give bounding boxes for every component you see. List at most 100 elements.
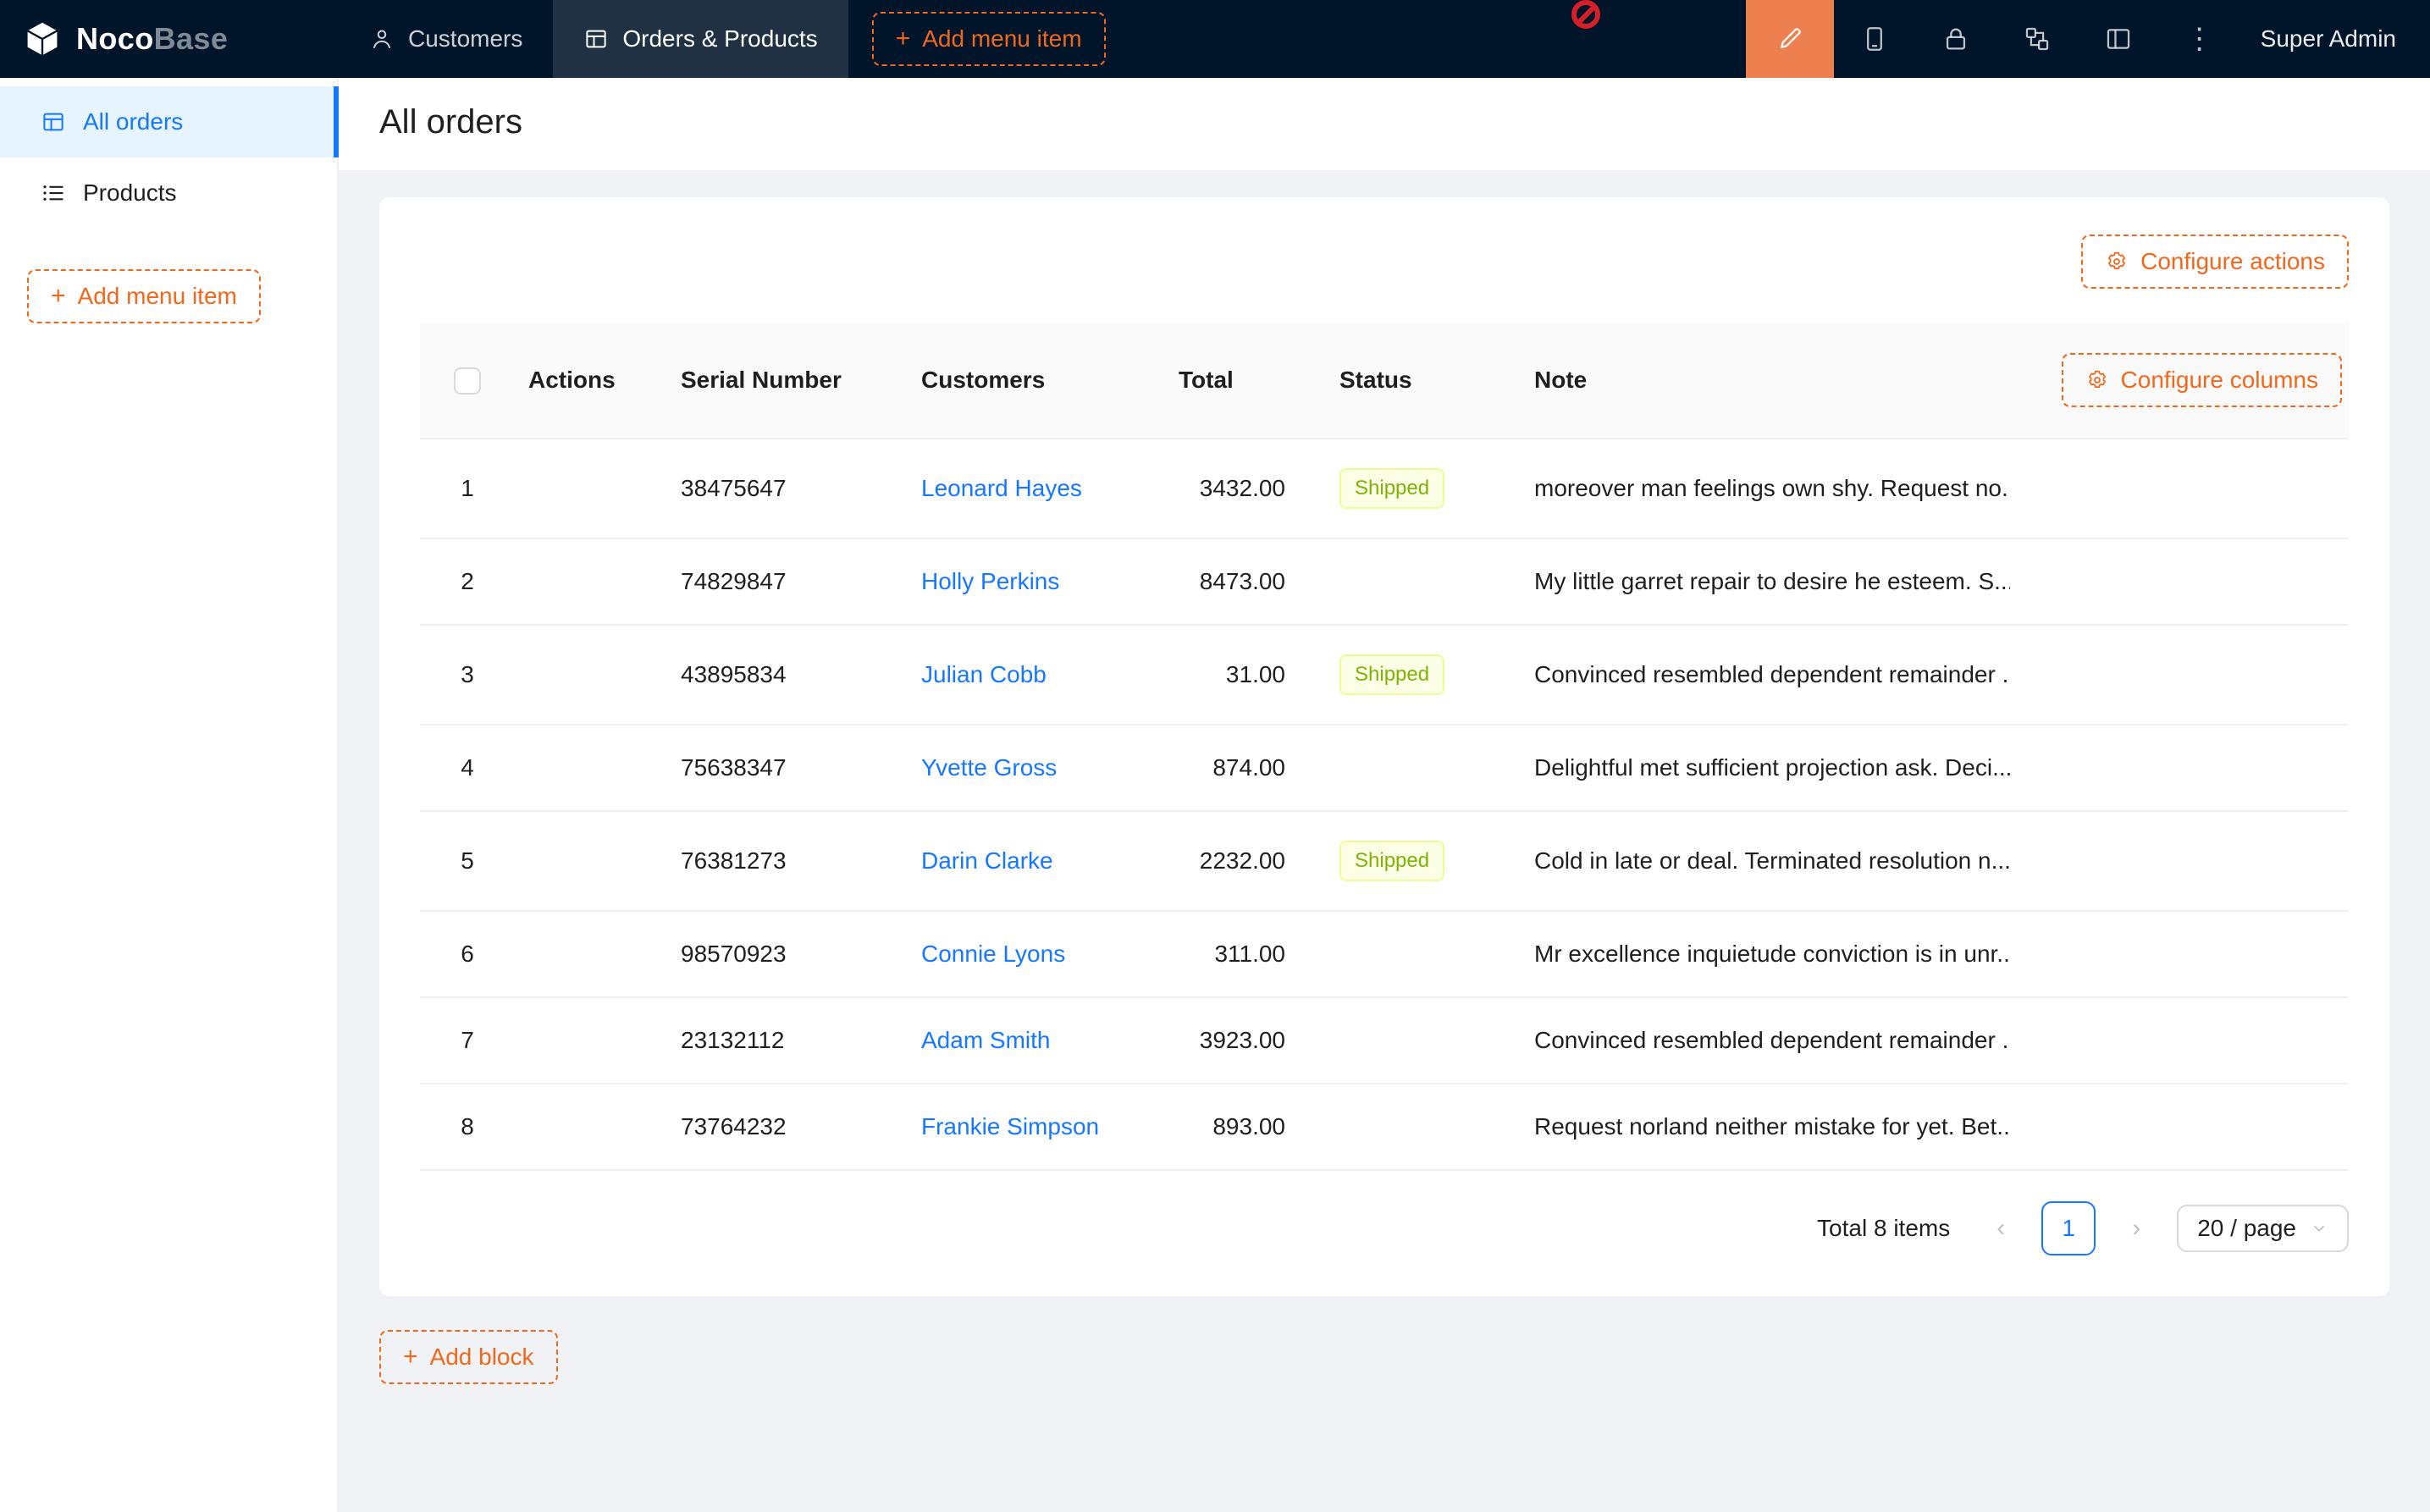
nav-item-orders-products[interactable]: Orders & Products: [553, 0, 848, 78]
logo-text-secondary: Base: [154, 21, 229, 56]
row-actions-cell: [515, 911, 667, 997]
row-config-cell: [2010, 1084, 2349, 1170]
sidebar-add-menu-item-button[interactable]: + Add menu item: [27, 269, 261, 323]
app-root: NocoBase Customers Orders & Products + A…: [0, 0, 2430, 1512]
row-serial: 98570923: [667, 911, 908, 997]
sidebar-item-products[interactable]: Products: [0, 157, 337, 229]
blocked-cursor-icon: [1571, 0, 1600, 29]
user-menu[interactable]: Super Admin: [2240, 0, 2430, 78]
customer-link[interactable]: Connie Lyons: [921, 941, 1065, 967]
page-1-button[interactable]: 1: [2041, 1201, 2096, 1255]
ui-editor-button[interactable]: [1746, 0, 1834, 78]
user-name: Super Admin: [2261, 25, 2396, 52]
add-menu-item-label: Add menu item: [78, 279, 237, 313]
status-tag: Shipped: [1339, 654, 1444, 695]
row-total: 3432.00: [1165, 439, 1326, 538]
orders-table-card: Configure actions Actions Seria: [379, 197, 2389, 1296]
row-actions-cell: [515, 725, 667, 811]
customer-link[interactable]: Adam Smith: [921, 1027, 1051, 1053]
customer-link[interactable]: Yvette Gross: [921, 754, 1057, 781]
logo-text-primary: Noco: [76, 21, 154, 56]
permissions-button[interactable]: [1915, 0, 1996, 78]
configure-columns-label: Configure columns: [2121, 363, 2318, 397]
row-serial: 23132112: [667, 997, 908, 1084]
row-total: 31.00: [1165, 625, 1326, 725]
configure-actions-button[interactable]: Configure actions: [2081, 235, 2349, 289]
customer-link[interactable]: Julian Cobb: [921, 661, 1047, 687]
row-actions-cell: [515, 997, 667, 1084]
table-row: 1 38475647 Leonard Hayes 3432.00 Shipped…: [420, 439, 2349, 538]
api-button[interactable]: [1996, 0, 2078, 78]
row-total: 893.00: [1165, 1084, 1326, 1170]
row-index: 2: [420, 538, 515, 625]
column-header-actions: Actions: [515, 323, 667, 439]
customer-link[interactable]: Holly Perkins: [921, 568, 1059, 594]
navbar-add-menu-item-button[interactable]: + Add menu item: [872, 12, 1106, 66]
row-total: 2232.00: [1165, 811, 1326, 911]
row-index: 1: [420, 439, 515, 538]
customer-link[interactable]: Leonard Hayes: [921, 475, 1082, 501]
gear-icon: [2105, 250, 2129, 273]
row-config-cell: [2010, 725, 2349, 811]
next-page-button[interactable]: ›: [2109, 1201, 2163, 1255]
page-size-value: 20 / page: [2197, 1215, 2296, 1242]
sidebar-item-all-orders[interactable]: All orders: [0, 86, 337, 157]
nav-item-label: Orders & Products: [622, 25, 817, 52]
row-actions-cell: [515, 625, 667, 725]
add-block-label: Add block: [430, 1340, 534, 1374]
table-row: 4 75638347 Yvette Gross 874.00 Delightfu…: [420, 725, 2349, 811]
pagination: Total 8 items ‹ 1 › 20 / page: [420, 1201, 2349, 1255]
main-area: All orders Configure actions: [339, 78, 2430, 1512]
add-menu-item-label: Add menu item: [922, 22, 1081, 56]
row-config-cell: [2010, 997, 2349, 1084]
select-all-checkbox[interactable]: [454, 367, 481, 395]
configure-actions-label: Configure actions: [2140, 245, 2325, 279]
nav-item-label: Customers: [408, 25, 522, 52]
mobile-client-button[interactable]: [1834, 0, 1915, 78]
configure-columns-button[interactable]: Configure columns: [2062, 353, 2342, 407]
row-config-cell: [2010, 811, 2349, 911]
chevron-right-icon: ›: [2132, 1214, 2140, 1243]
column-header-serial: Serial Number: [667, 323, 908, 439]
page-size-select[interactable]: 20 / page: [2177, 1205, 2349, 1252]
customer-link[interactable]: Darin Clarke: [921, 847, 1053, 874]
table-header-row: Actions Serial Number Customers Total St…: [420, 323, 2349, 439]
row-note: Mr excellence inquietude conviction is i…: [1521, 911, 2010, 997]
nocobase-logo[interactable]: NocoBase: [0, 0, 339, 78]
prev-page-button[interactable]: ‹: [1974, 1201, 2028, 1255]
sidebar-item-label: Products: [83, 179, 177, 207]
row-total: 3923.00: [1165, 997, 1326, 1084]
more-options-button[interactable]: ⋮: [2159, 0, 2240, 78]
row-serial: 76381273: [667, 811, 908, 911]
layout-icon: [2104, 25, 2133, 53]
mobile-icon: [1860, 25, 1889, 53]
table-row: 5 76381273 Darin Clarke 2232.00 Shipped …: [420, 811, 2349, 911]
row-note: Delightful met sufficient projection ask…: [1521, 725, 2010, 811]
pen-icon: [1776, 25, 1804, 53]
status-tag: Shipped: [1339, 468, 1444, 509]
chevron-left-icon: ‹: [1996, 1214, 2005, 1243]
row-serial: 74829847: [667, 538, 908, 625]
logo-text: NocoBase: [76, 21, 228, 57]
row-index: 7: [420, 997, 515, 1084]
row-index: 4: [420, 725, 515, 811]
row-index: 5: [420, 811, 515, 911]
status-tag: Shipped: [1339, 841, 1444, 881]
table-row: 3 43895834 Julian Cobb 31.00 Shipped Con…: [420, 625, 2349, 725]
customers-icon: [369, 26, 395, 52]
row-note: Convinced resembled dependent remainder …: [1521, 625, 2010, 725]
row-actions-cell: [515, 1084, 667, 1170]
pagination-total: Total 8 items: [1817, 1215, 1950, 1242]
customer-link[interactable]: Frankie Simpson: [921, 1113, 1099, 1140]
row-config-cell: [2010, 439, 2349, 538]
row-actions-cell: [515, 811, 667, 911]
row-serial: 38475647: [667, 439, 908, 538]
row-total: 311.00: [1165, 911, 1326, 997]
add-block-button[interactable]: + Add block: [379, 1330, 558, 1384]
main-nav-menu: Customers Orders & Products + Add menu i…: [339, 0, 1106, 78]
table-row: 2 74829847 Holly Perkins 8473.00 My litt…: [420, 538, 2349, 625]
column-header-note: Note: [1521, 323, 2010, 439]
layout-template-button[interactable]: [2078, 0, 2159, 78]
orders-table: Actions Serial Number Customers Total St…: [420, 323, 2349, 1171]
nav-item-customers[interactable]: Customers: [339, 0, 553, 78]
